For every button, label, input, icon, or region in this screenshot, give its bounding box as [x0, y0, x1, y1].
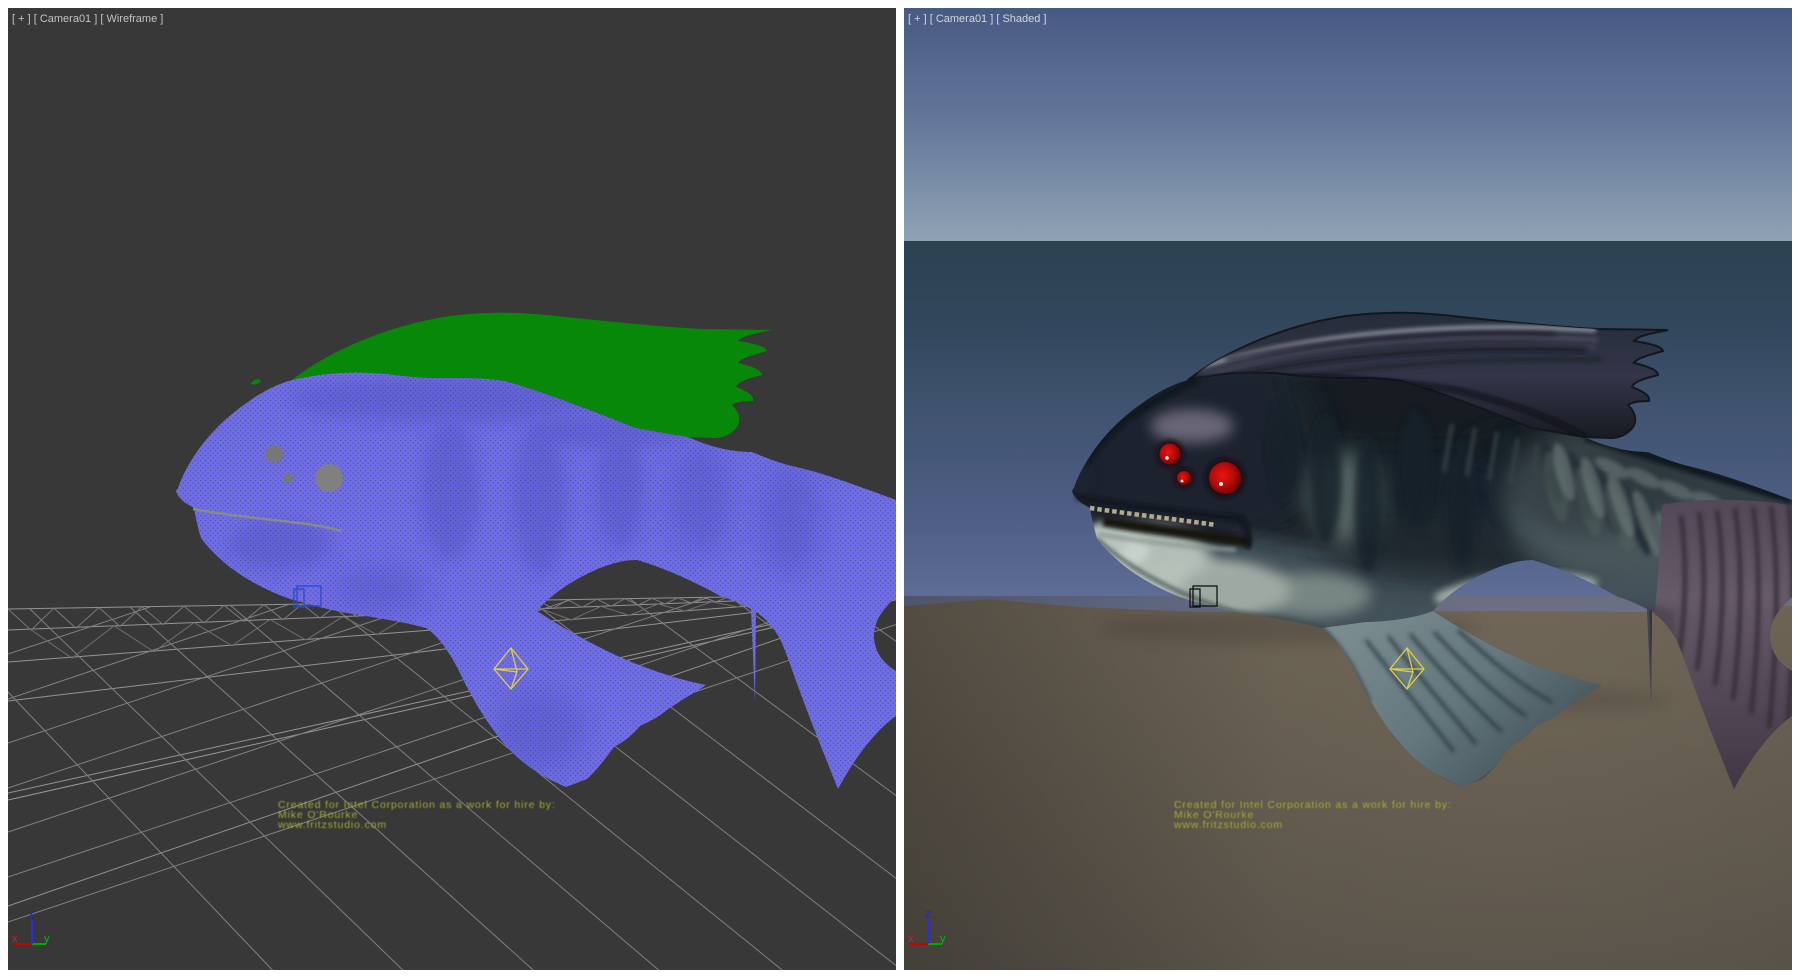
svg-text:x: x: [908, 933, 914, 945]
svg-text:y: y: [940, 933, 946, 945]
svg-text:[ + ] [ Camera01 ] [ Wireframe: [ + ] [ Camera01 ] [ Wireframe ]: [12, 13, 163, 25]
svg-text:y: y: [44, 933, 50, 945]
svg-text:z: z: [29, 908, 35, 920]
svg-text:z: z: [925, 908, 931, 920]
svg-text:www.fritzstudio.com: www.fritzstudio.com: [1173, 819, 1283, 831]
svg-text:[ + ] [ Camera01 ] [ Shaded ]: [ + ] [ Camera01 ] [ Shaded ]: [908, 13, 1047, 25]
svg-text:x: x: [12, 933, 18, 945]
svg-text:www.fritzstudio.com: www.fritzstudio.com: [277, 819, 387, 831]
